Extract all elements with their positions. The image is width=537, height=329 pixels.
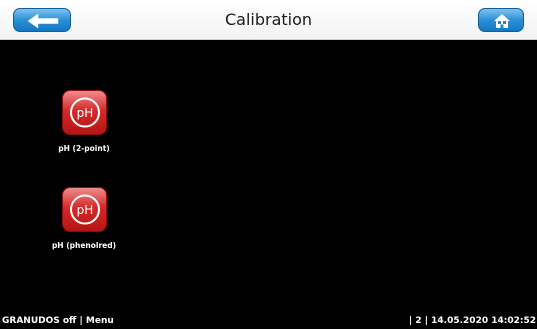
status-bar: GRANUDOS off | Menu | 2 | 14.05.2020 14:… xyxy=(0,314,537,329)
ph-icon: pH xyxy=(61,90,107,135)
ph-icon: pH xyxy=(61,187,107,232)
home-icon xyxy=(494,14,510,28)
calibration-item-label: pH (phenolred) xyxy=(51,241,117,250)
calibration-item-ph-2-point[interactable]: pH pH (2-point) xyxy=(24,90,144,153)
screen: Calibration pH pH (2-point) pH pH (pheno… xyxy=(0,0,537,329)
page-title: Calibration xyxy=(224,10,313,29)
ph-icon-text: pH xyxy=(76,106,93,120)
title-bar: Calibration xyxy=(0,0,537,40)
ph-icon-text: pH xyxy=(76,203,93,217)
calibration-item-ph-phenolred[interactable]: pH pH (phenolred) xyxy=(24,187,144,250)
status-right-text: | 2 | 14.05.2020 14:02:52 xyxy=(408,316,536,326)
home-button[interactable] xyxy=(478,8,524,32)
calibration-item-label: pH (2-point) xyxy=(58,144,110,153)
status-left-text: GRANUDOS off | Menu xyxy=(2,316,114,326)
